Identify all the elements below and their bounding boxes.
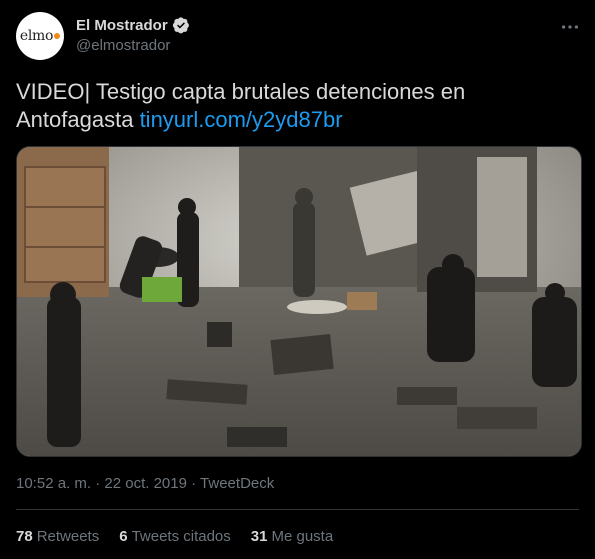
tweet-card: elmo El Mostrador @elmostrador VIDEO| Te… <box>0 0 595 559</box>
likes-stat[interactable]: 31 Me gusta <box>251 528 333 545</box>
likes-label: Me gusta <box>271 528 334 545</box>
tweet-meta: 10:52 a. m. · 22 oct. 2019 · TweetDeck <box>16 475 274 492</box>
retweets-stat[interactable]: 78 Retweets <box>16 528 99 545</box>
quotes-label: Tweets citados <box>131 528 231 545</box>
author-handle[interactable]: @elmostrador <box>76 37 170 54</box>
more-options-icon[interactable] <box>559 16 581 38</box>
tweet-link[interactable]: tinyurl.com/y2yd87br <box>140 107 343 132</box>
quotes-count: 6 <box>119 528 128 545</box>
verified-badge-icon <box>172 17 189 34</box>
avatar-logo-text: elmo <box>19 28 54 44</box>
author-name-row[interactable]: El Mostrador <box>76 16 190 34</box>
author-display-name[interactable]: El Mostrador <box>76 17 168 34</box>
tweet-text: VIDEO| Testigo capta brutales detencione… <box>16 78 576 134</box>
likes-count: 31 <box>250 528 268 545</box>
video-thumbnail[interactable] <box>16 146 582 457</box>
avatar[interactable]: elmo <box>16 12 64 60</box>
avatar-logo-dot <box>54 33 61 39</box>
meta-separator-1: · <box>95 475 101 492</box>
retweets-label: Retweets <box>36 528 100 545</box>
retweets-count: 78 <box>16 528 33 545</box>
divider-top <box>16 509 579 510</box>
tweet-stats: 78 Retweets 6 Tweets citados 31 Me gusta <box>16 528 353 545</box>
tweet-source[interactable]: TweetDeck <box>200 475 274 492</box>
tweet-time[interactable]: 10:52 a. m. <box>16 475 91 492</box>
meta-separator-2: · <box>191 475 197 492</box>
quote-tweets-stat[interactable]: 6 Tweets citados <box>119 528 231 545</box>
tweet-date[interactable]: 22 oct. 2019 <box>104 475 187 492</box>
video-frame <box>17 147 581 456</box>
